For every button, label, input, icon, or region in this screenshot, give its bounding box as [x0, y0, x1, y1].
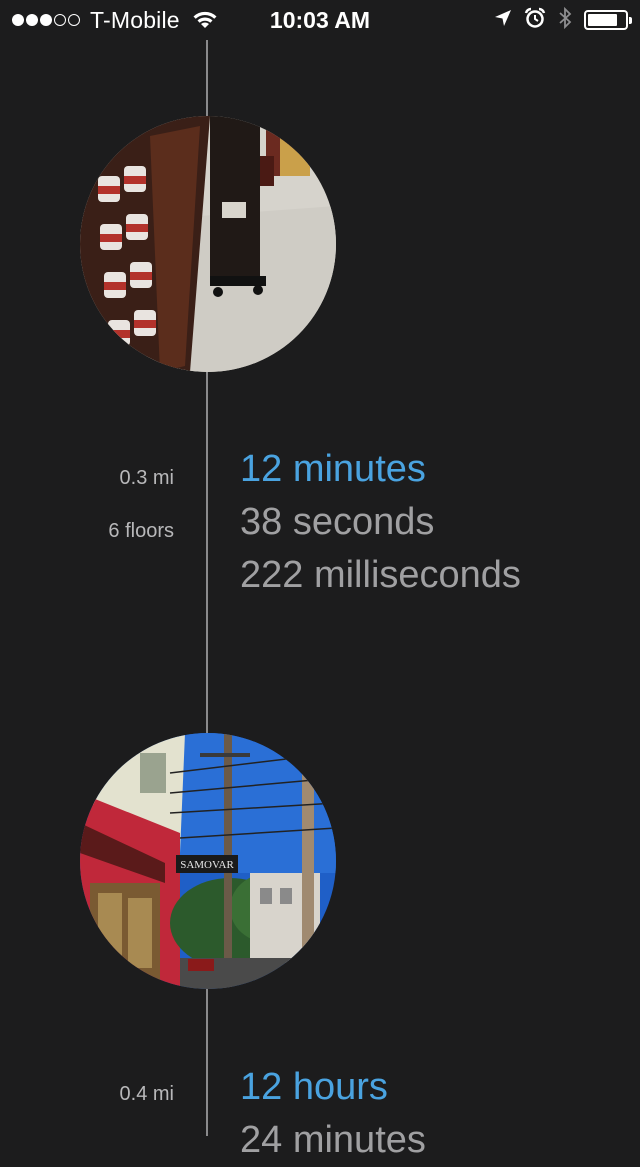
signal-dot	[12, 14, 24, 26]
battery-tip	[629, 17, 632, 24]
duration-primary: 12 hours	[240, 1066, 388, 1108]
battery-icon	[584, 10, 632, 30]
entry-duration: 12 minutes 38 seconds 222 milliseconds	[240, 443, 521, 602]
duration-primary: 12 minutes	[240, 448, 426, 490]
street-sign-text: SAMOVAR	[180, 859, 234, 871]
signal-strength-icon	[12, 14, 80, 26]
status-bar-left: T-Mobile	[12, 0, 218, 40]
distance-label: 0.4 mi	[119, 1083, 174, 1105]
location-arrow-icon	[494, 9, 512, 32]
duration-secondary: 38 seconds	[240, 501, 435, 543]
entry-duration: 12 hours 24 minutes	[240, 1061, 426, 1167]
samovar-street-photo[interactable]: SAMOVAR	[80, 733, 336, 989]
distance-label: 0.3 mi	[119, 467, 174, 489]
signal-dot	[40, 14, 52, 26]
duration-secondary: 24 minutes	[240, 1119, 426, 1161]
status-bar-right	[494, 0, 632, 40]
store-aisle-photo[interactable]	[80, 116, 336, 372]
wifi-icon	[192, 10, 218, 30]
carrier-name: T-Mobile	[90, 6, 180, 33]
floors-label: 6 floors	[108, 520, 174, 542]
alarm-icon	[524, 7, 546, 34]
signal-dot	[68, 14, 80, 26]
entry-stats: 0.4 mi	[0, 1068, 174, 1121]
status-bar: T-Mobile 10:03 AM	[0, 0, 640, 40]
bluetooth-icon	[558, 6, 572, 35]
battery-level	[588, 14, 617, 26]
signal-dot	[54, 14, 66, 26]
duration-tertiary: 222 milliseconds	[240, 554, 521, 596]
signal-dot	[26, 14, 38, 26]
entry-stats: 0.3 mi 6 floors	[0, 452, 174, 558]
